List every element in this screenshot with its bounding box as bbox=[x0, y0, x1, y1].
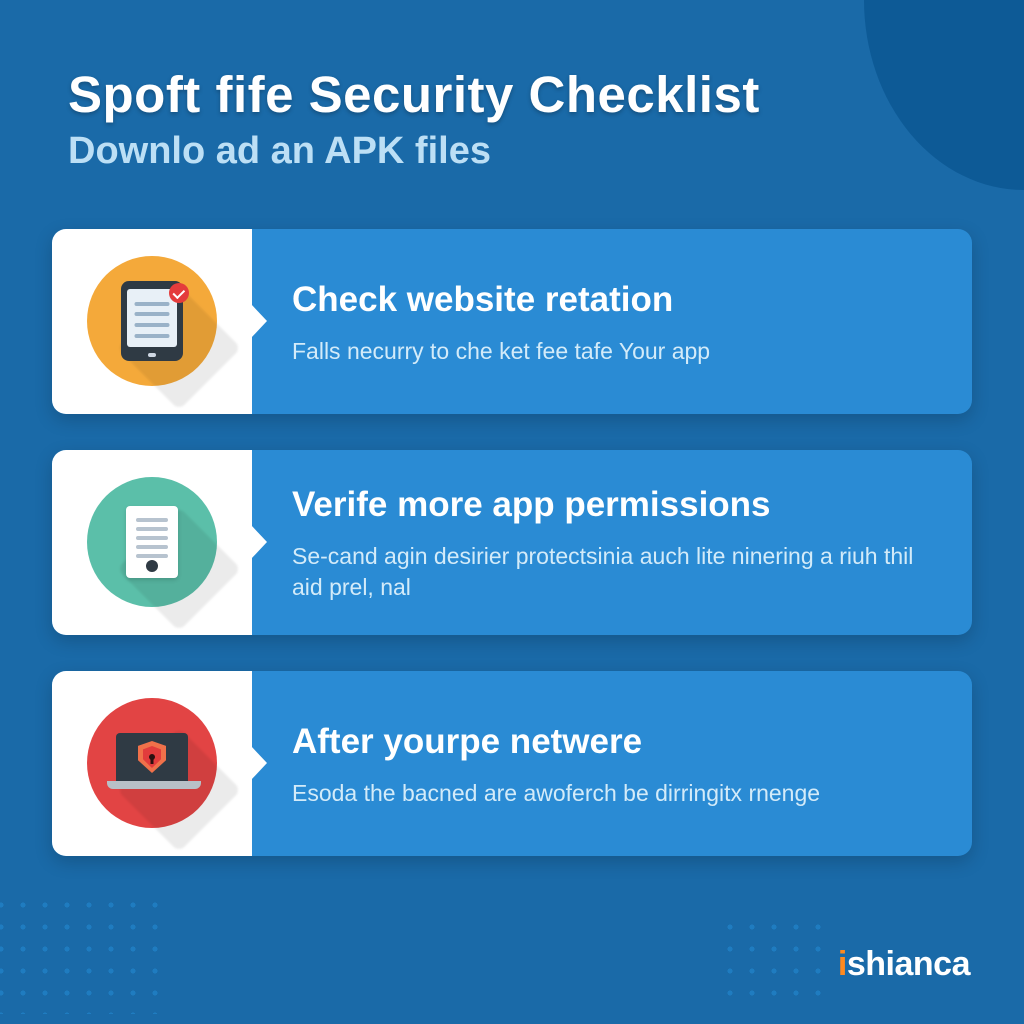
brand-logo: ishianca bbox=[838, 945, 970, 984]
item-heading: After yourpe netwere bbox=[292, 722, 938, 762]
icon-box bbox=[52, 450, 252, 635]
item-text: Falls necurry to che ket fee tafe Your a… bbox=[292, 336, 938, 367]
item-text: Esoda the bacned are awoferch be dirring… bbox=[292, 778, 938, 809]
brand-prefix: i bbox=[838, 945, 847, 983]
page-subtitle: Downlo ad an APK files bbox=[68, 130, 956, 173]
icon-box bbox=[52, 229, 252, 414]
item-heading: Verife more app permissions bbox=[292, 485, 938, 525]
checklist-item: Check website retation Falls necurry to … bbox=[52, 229, 972, 414]
checklist: Check website retation Falls necurry to … bbox=[0, 191, 1024, 856]
checklist-item: After yourpe netwere Esoda the bacned ar… bbox=[52, 671, 972, 856]
tablet-check-icon bbox=[87, 256, 217, 386]
page-title: Spoft fife Security Checklist bbox=[68, 68, 956, 122]
item-body: Check website retation Falls necurry to … bbox=[252, 229, 972, 414]
decorative-dots-left bbox=[0, 894, 170, 1014]
item-body: After yourpe netwere Esoda the bacned ar… bbox=[252, 671, 972, 856]
laptop-shield-icon bbox=[87, 698, 217, 828]
item-text: Se-cand agin desirier protectsinia auch … bbox=[292, 541, 938, 603]
brand-name: shianca bbox=[847, 945, 970, 983]
decorative-dots-right bbox=[719, 916, 824, 1006]
checklist-item: Verife more app permissions Se-cand agin… bbox=[52, 450, 972, 635]
document-icon bbox=[87, 477, 217, 607]
icon-box bbox=[52, 671, 252, 856]
item-body: Verife more app permissions Se-cand agin… bbox=[252, 450, 972, 635]
item-heading: Check website retation bbox=[292, 280, 938, 320]
